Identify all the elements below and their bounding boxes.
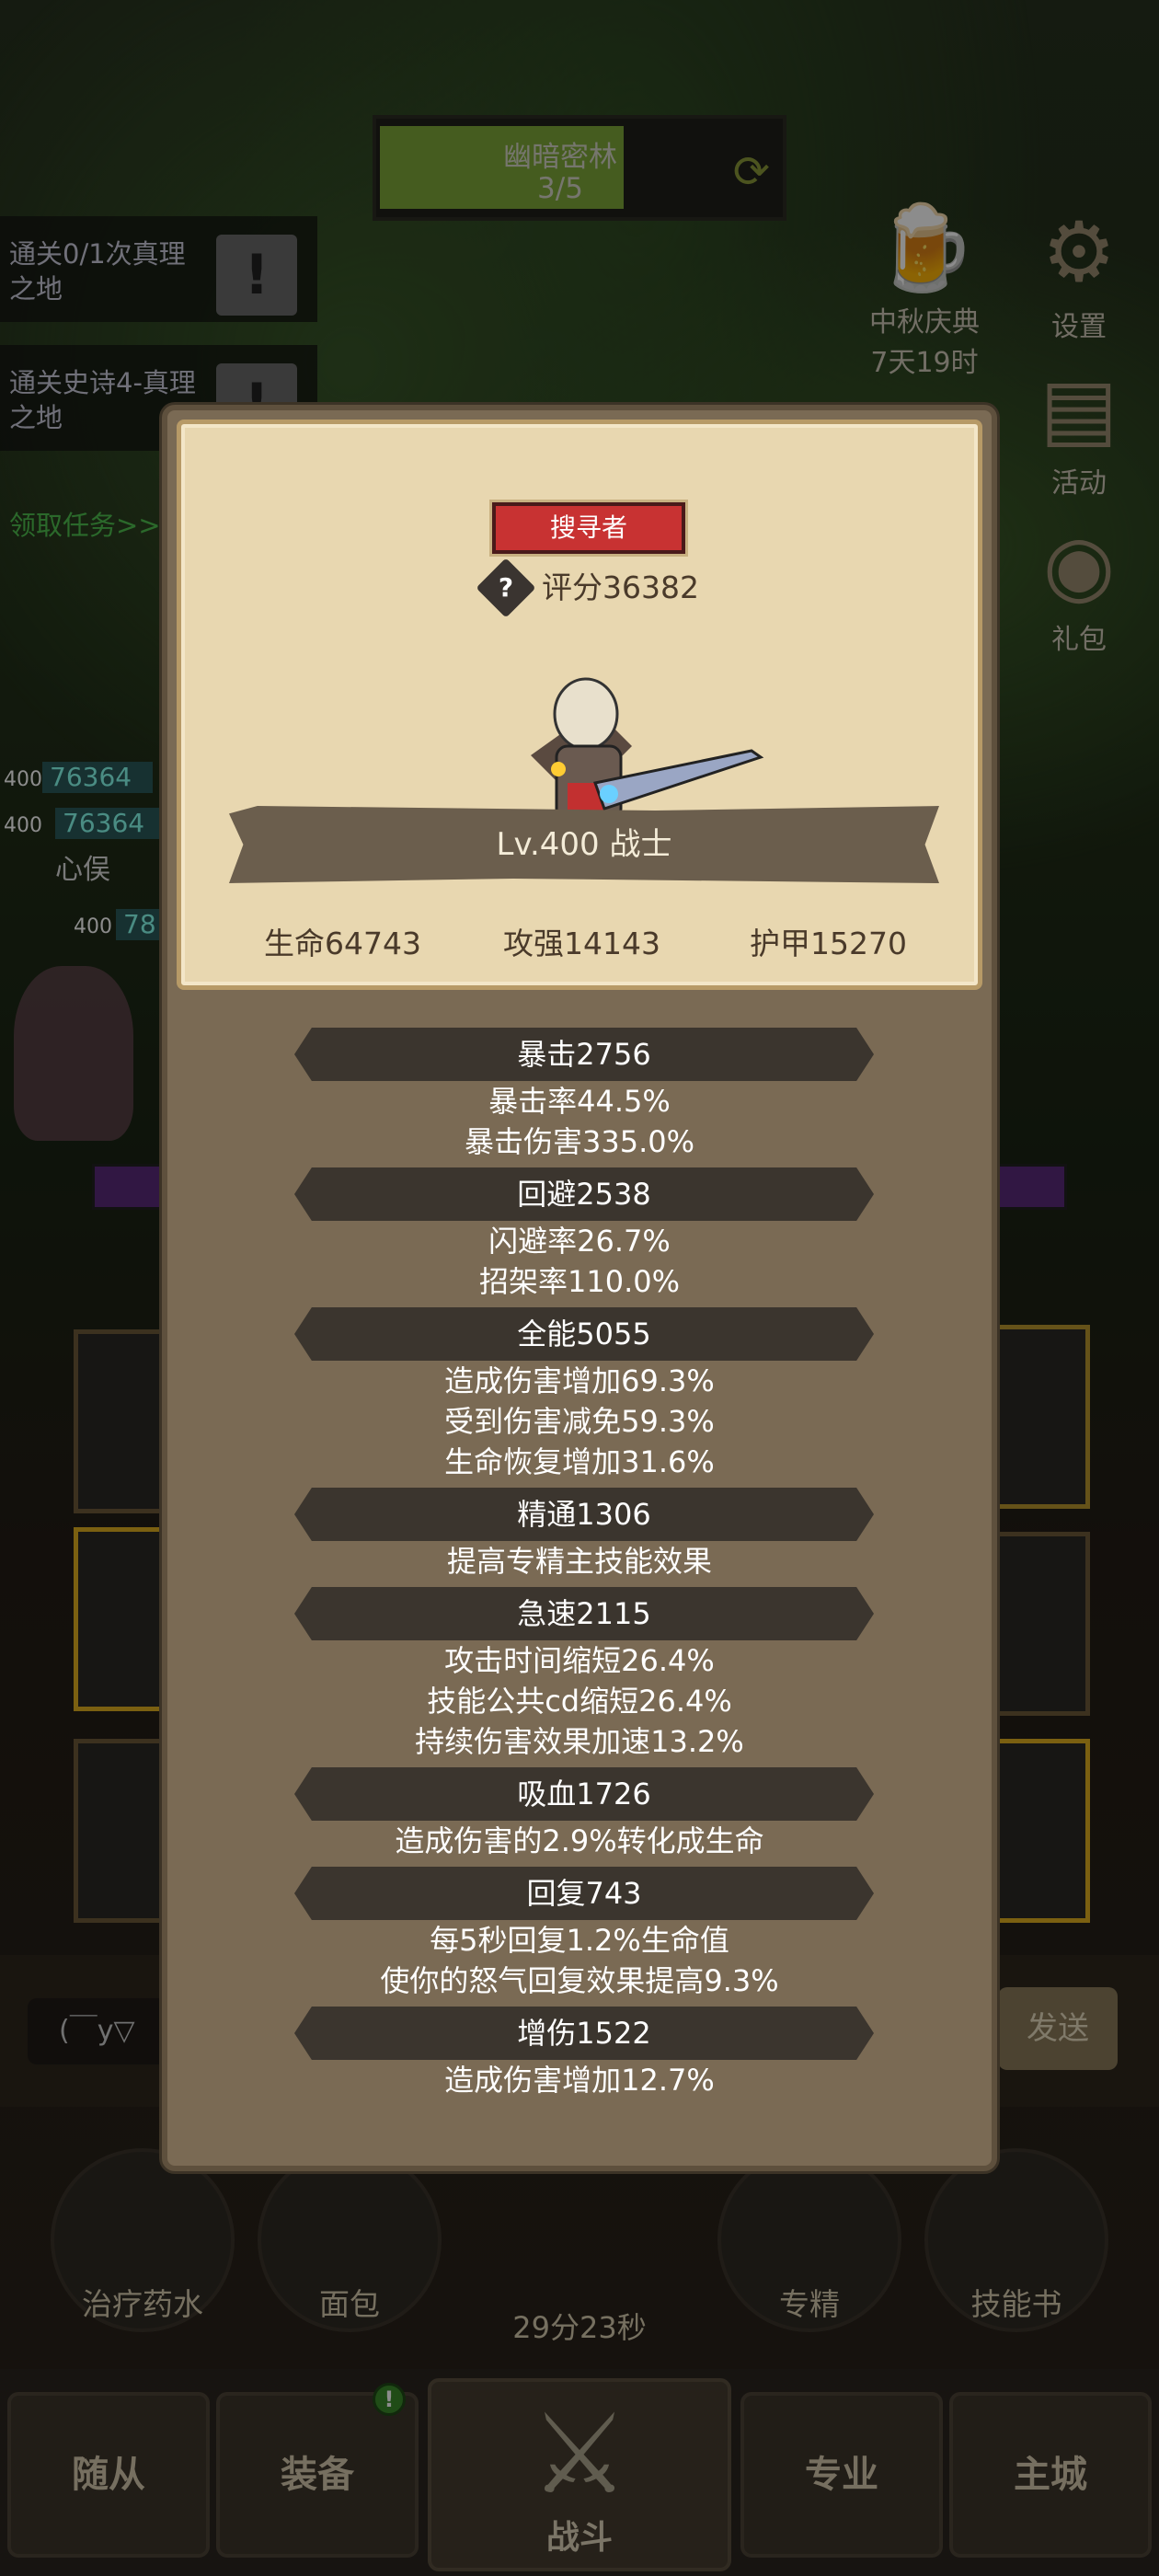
attribute-header: 回避2538 [294,1167,874,1221]
attribute-detail: 招架率110.0% [478,1264,681,1299]
attribute-header: 全能5055 [294,1307,874,1361]
attribute-detail: 使你的怒气回复效果提高9.3% [380,1963,779,1998]
attribute-detail: 造成伤害的2.9%转化成生命 [395,1823,764,1858]
attribute-header: 增伤1522 [294,2007,874,2060]
character-card: 搜寻者 ? 评分36382 Lv.400 战士 生命64743 攻强14143 … [177,420,982,990]
stat-hp: 生命64743 [264,926,421,961]
attribute-detail: 暴击伤害335.0% [464,1124,695,1159]
game-screen: 幽暗密林 3/5 ⟳ 通关0/1次真理之地 ! 通关史诗4-真理之地 ! 领取任… [0,0,1159,2576]
score-text: 评分36382 [542,569,699,605]
attribute-detail: 生命恢复增加31.6% [444,1444,715,1479]
attribute-detail: 造成伤害增加12.7% [444,2063,715,2098]
attribute-detail: 技能公共cd缩短26.4% [427,1684,732,1719]
attribute-detail: 闪避率26.7% [488,1224,671,1259]
stat-attack: 攻强14143 [503,926,660,961]
stat-armor: 护甲15270 [750,926,907,961]
attribute-header: 吸血1726 [294,1767,874,1821]
rank-badge: 搜寻者 [492,502,685,554]
level-class-band: Lv.400 战士 [229,806,939,883]
attribute-header: 回复743 [294,1867,874,1920]
attribute-header: 精通1306 [294,1488,874,1541]
attribute-detail: 攻击时间缩短26.4% [444,1643,715,1678]
attribute-detail: 暴击率44.5% [488,1084,671,1119]
attribute-detail: 造成伤害增加69.3% [444,1363,715,1398]
attribute-header: 急速2115 [294,1587,874,1640]
attribute-detail: 持续伤害效果加速13.2% [415,1724,744,1759]
attribute-detail: 每5秒回复1.2%生命值 [430,1923,729,1958]
help-icon[interactable]: ? [485,567,527,609]
character-stats-panel: 搜寻者 ? 评分36382 Lv.400 战士 生命64743 攻强14143 … [162,405,997,2171]
attribute-list: 暴击2756 暴击率44.5% 暴击伤害335.0% 回避2538 闪避率26.7% 招架… [167,1022,992,2100]
attribute-detail: 受到伤害减免59.3% [444,1404,715,1439]
attribute-detail: 提高专精主技能效果 [446,1544,712,1579]
attribute-header: 暴击2756 [294,1028,874,1081]
